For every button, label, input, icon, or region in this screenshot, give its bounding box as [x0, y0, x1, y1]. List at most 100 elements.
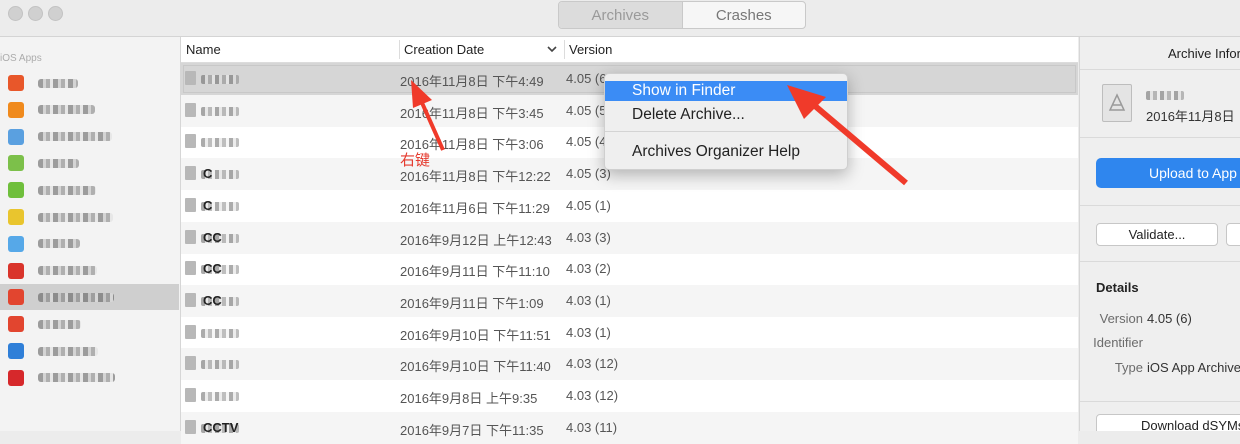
creation-date-cell: 2016年11月8日 下午4:49	[400, 74, 544, 89]
menu-item-archives-organizer-help[interactable]: Archives Organizer Help	[605, 142, 847, 162]
archive-file-icon	[185, 229, 196, 244]
sidebar-app-item[interactable]	[0, 150, 179, 176]
archive-name-redacted	[1146, 91, 1184, 100]
detail-value-version: 4.05 (6)	[1147, 311, 1192, 326]
app-icon	[8, 289, 24, 306]
table-row[interactable]: CC 2016年9月11日 下午11:10 4.03 (2)	[181, 253, 1078, 285]
archive-name: CC	[203, 261, 222, 277]
archive-name-redacted	[201, 360, 239, 370]
zoom-window-button[interactable]	[48, 6, 63, 21]
segment-crashes[interactable]: Crashes	[683, 2, 806, 28]
app-name-redacted	[38, 346, 98, 356]
sidebar-app-item[interactable]	[0, 338, 179, 364]
archive-file-icon	[185, 292, 196, 307]
archive-name: C	[203, 166, 213, 182]
table-row[interactable]: 2016年9月10日 下午11:51 4.03 (1)	[181, 317, 1078, 349]
creation-date-cell: 2016年9月8日 上午9:35	[400, 391, 538, 406]
export-button[interactable]	[1226, 223, 1240, 246]
archive-name-redacted	[201, 106, 239, 116]
column-header-name[interactable]: Name	[186, 37, 221, 62]
menu-separator	[605, 131, 847, 132]
app-icon	[8, 101, 24, 118]
sidebar: iOS Apps	[0, 37, 181, 431]
version-cell: 4.03 (12)	[566, 356, 619, 372]
divider	[1080, 137, 1240, 138]
creation-date-cell: 2016年9月11日 下午11:10	[400, 264, 550, 280]
archive-file-icon	[185, 166, 196, 181]
version-cell: 4.03 (11)	[566, 419, 618, 435]
archive-file-icon	[185, 197, 196, 212]
detail-key-identifier: Identifier	[1093, 335, 1143, 350]
table-row[interactable]: CC 2016年9月11日 下午1:09 4.03 (1)	[181, 284, 1078, 317]
app-name-redacted	[38, 319, 81, 329]
version-cell: 4.05 (3)	[566, 166, 611, 182]
version-cell: 4.03 (1)	[566, 324, 611, 340]
app-name-redacted	[38, 239, 80, 249]
sidebar-app-item[interactable]	[0, 177, 179, 203]
sidebar-app-item[interactable]	[0, 204, 179, 230]
archives-crashes-segmented-control: Archives Crashes	[558, 1, 806, 29]
table-row[interactable]: C 2016年11月6日 下午11:29 4.05 (1)	[181, 190, 1078, 222]
archive-icon	[1102, 84, 1132, 122]
sidebar-app-item[interactable]	[0, 70, 179, 96]
app-name-redacted	[38, 373, 115, 383]
archive-file-icon	[185, 261, 196, 276]
app-name-redacted	[38, 212, 113, 222]
sidebar-app-item[interactable]	[0, 284, 179, 311]
context-menu: Show in Finder Delete Archive... Archive…	[604, 73, 848, 170]
app-icon	[8, 369, 24, 386]
detail-key-type: Type	[1114, 360, 1143, 375]
divider	[1080, 69, 1240, 70]
sidebar-app-item[interactable]	[0, 311, 179, 337]
creation-date-cell: 2016年9月12日 上午12:43	[400, 232, 552, 248]
app-icon	[8, 209, 24, 225]
app-icon	[8, 235, 24, 252]
app-name-redacted	[38, 292, 114, 302]
app-name-redacted	[38, 158, 79, 168]
menu-item-show-in-finder[interactable]: Show in Finder	[605, 81, 847, 101]
app-icon	[8, 128, 24, 145]
sidebar-app-item[interactable]	[0, 365, 179, 391]
app-icon	[8, 262, 24, 279]
segment-archives[interactable]: Archives	[559, 2, 683, 28]
app-name-redacted	[38, 105, 95, 115]
download-dsyms-button[interactable]: Download dSYMs...	[1096, 414, 1240, 431]
app-name-redacted	[38, 266, 97, 276]
app-name-redacted	[38, 78, 78, 88]
creation-date-cell: 2016年9月10日 下午11:40	[400, 359, 551, 375]
validate-button[interactable]: Validate...	[1096, 223, 1218, 246]
sidebar-app-item[interactable]	[0, 231, 179, 257]
title-bar: Archives Crashes	[0, 0, 1240, 37]
sidebar-app-item[interactable]	[0, 258, 179, 284]
right-click-annotation: 右键	[400, 152, 431, 169]
version-cell: 4.03 (2)	[566, 261, 611, 277]
detail-key-version: Version	[1099, 311, 1143, 326]
table-row[interactable]: CCTV 2016年9月7日 下午11:35 4.03 (11)	[181, 411, 1078, 444]
archive-information-pane: Archive Information 2016年11月8日 Upload to…	[1079, 37, 1240, 431]
chevron-down-icon	[547, 46, 557, 53]
upload-to-app-store-button[interactable]: Upload to App Store...	[1096, 158, 1240, 188]
sidebar-app-item[interactable]	[0, 124, 179, 150]
column-header-creation-date[interactable]: Creation Date	[404, 37, 484, 62]
creation-date-cell: 2016年11月8日 下午3:45	[400, 105, 544, 121]
divider	[1080, 261, 1240, 262]
column-divider[interactable]	[399, 40, 400, 59]
close-window-button[interactable]	[8, 6, 23, 21]
table-row[interactable]: 2016年9月8日 上午9:35 4.03 (12)	[181, 380, 1078, 412]
table-header: Name Creation Date Version	[181, 37, 1078, 63]
minimize-window-button[interactable]	[28, 6, 43, 21]
creation-date-cell: 2016年9月7日 下午11:35	[400, 422, 544, 438]
app-icon	[8, 182, 24, 199]
archive-file-icon	[185, 324, 196, 339]
detail-value-type: iOS App Archive	[1147, 360, 1240, 375]
menu-item-delete-archive[interactable]: Delete Archive...	[605, 105, 847, 125]
table-row[interactable]: 2016年9月10日 下午11:40 4.03 (12)	[181, 348, 1078, 381]
archive-name: C	[203, 197, 213, 213]
app-icon	[8, 75, 24, 91]
column-header-version[interactable]: Version	[569, 37, 612, 62]
sidebar-app-item[interactable]	[0, 97, 179, 123]
version-cell: 4.03 (1)	[566, 292, 611, 308]
archive-file-icon	[185, 356, 196, 371]
table-row[interactable]: CC 2016年9月12日 上午12:43 4.03 (3)	[181, 221, 1078, 254]
column-divider[interactable]	[564, 40, 565, 59]
